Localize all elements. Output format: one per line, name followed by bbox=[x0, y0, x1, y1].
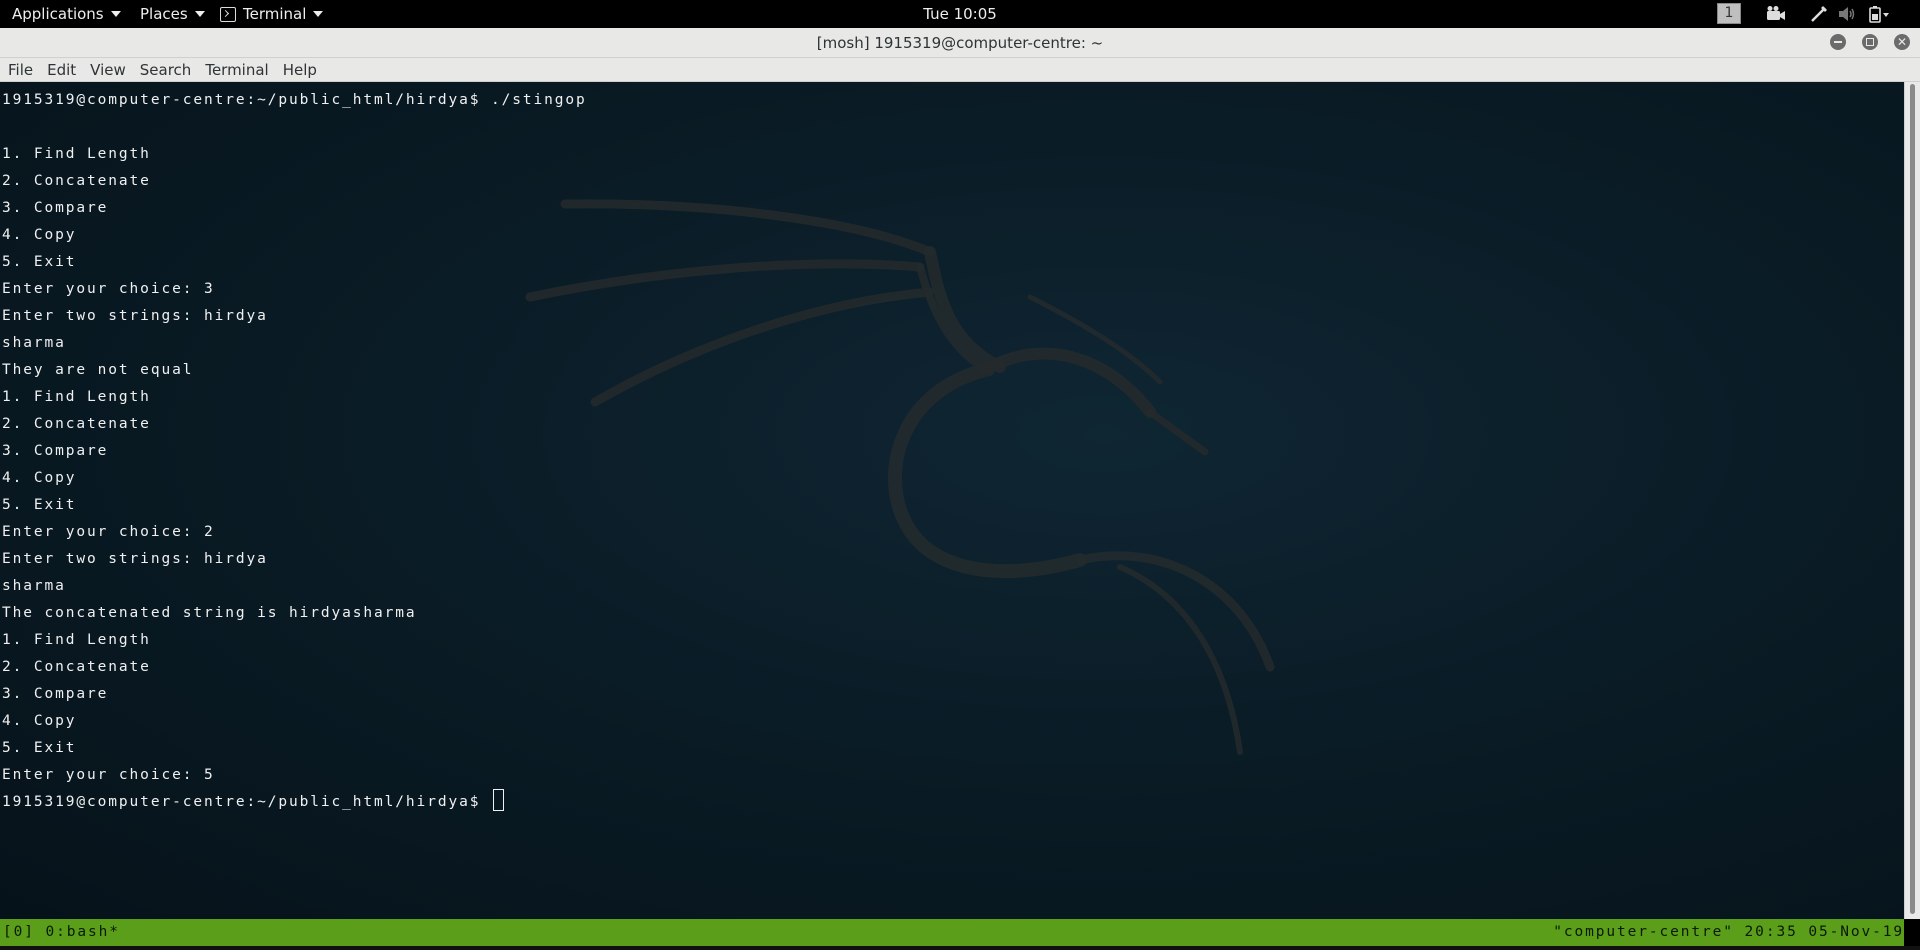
menu-help[interactable]: Help bbox=[283, 61, 317, 79]
terminal-line: The concatenated string is hirdyasharma bbox=[2, 605, 417, 621]
terminal-line: 1. Find Length bbox=[2, 389, 151, 405]
terminal-area[interactable]: 1915319@computer-centre:~/public_html/hi… bbox=[0, 82, 1904, 919]
applications-label: Applications bbox=[12, 5, 104, 23]
terminal-line: Enter your choice: 2 bbox=[2, 524, 215, 540]
menu-view[interactable]: View bbox=[90, 61, 126, 79]
chevron-down-icon bbox=[313, 11, 324, 17]
text-cursor bbox=[492, 789, 504, 811]
applications-menu[interactable]: Applications bbox=[12, 0, 121, 28]
terminal-line: 5. Exit bbox=[2, 497, 77, 513]
terminal-line: 3. Compare bbox=[2, 200, 109, 216]
terminal-line: Enter your choice: 5 bbox=[2, 767, 215, 783]
menu-edit[interactable]: Edit bbox=[47, 61, 76, 79]
terminal-line: 1915319@computer-centre:~/public_html/hi… bbox=[2, 92, 587, 108]
scrollbar-thumb[interactable] bbox=[1910, 84, 1915, 914]
menu-terminal[interactable]: Terminal bbox=[205, 61, 268, 79]
tmux-window-list[interactable]: [0] 0:bash* bbox=[3, 919, 120, 946]
terminal-line: Enter two strings: hirdya bbox=[2, 551, 268, 567]
shell-prompt: 1915319@computer-centre:~/public_html/hi… bbox=[2, 794, 491, 810]
terminal-line: sharma bbox=[2, 335, 66, 351]
window-title-bar[interactable]: [mosh] 1915319@computer-centre: ~ ✕ bbox=[0, 28, 1920, 58]
terminal-line: Enter two strings: hirdya bbox=[2, 308, 268, 324]
minimize-icon bbox=[1834, 41, 1842, 43]
close-button[interactable]: ✕ bbox=[1894, 34, 1910, 50]
terminal-line: 2. Concatenate bbox=[2, 659, 151, 675]
top-panel: Applications Places Terminal Tue 10:05 1 bbox=[0, 0, 1920, 28]
menu-file[interactable]: File bbox=[8, 61, 33, 79]
terminal-line: 2. Concatenate bbox=[2, 416, 151, 432]
maximize-icon bbox=[1866, 38, 1874, 46]
terminal-scrollbar[interactable] bbox=[1904, 82, 1920, 919]
terminal-app-label: Terminal bbox=[243, 5, 307, 23]
tmux-status-bar: [0] 0:bash* "computer-centre" 20:35 05-N… bbox=[0, 919, 1904, 946]
terminal-line: 2. Concatenate bbox=[2, 173, 151, 189]
volume-icon[interactable] bbox=[1837, 5, 1857, 23]
terminal-line: 4. Copy bbox=[2, 227, 77, 243]
workspace-indicator[interactable]: 1 bbox=[1717, 3, 1741, 24]
terminal-app-menu[interactable]: Terminal bbox=[220, 0, 324, 28]
terminal-line: Enter your choice: 3 bbox=[2, 281, 215, 297]
terminal-line: 4. Copy bbox=[2, 470, 77, 486]
terminal-line: 5. Exit bbox=[2, 254, 77, 270]
power-icon[interactable] bbox=[1866, 5, 1890, 23]
terminal-line: 1. Find Length bbox=[2, 146, 151, 162]
close-icon: ✕ bbox=[1896, 35, 1908, 49]
terminal-line: 3. Compare bbox=[2, 686, 109, 702]
menu-bar: File Edit View Search Terminal Help bbox=[0, 58, 1920, 82]
terminal-line: 1. Find Length bbox=[2, 632, 151, 648]
terminal-line: They are not equal bbox=[2, 362, 194, 378]
camera-icon[interactable] bbox=[1766, 5, 1786, 23]
terminal-line: 3. Compare bbox=[2, 443, 109, 459]
minimize-button[interactable] bbox=[1830, 34, 1846, 50]
places-menu[interactable]: Places bbox=[140, 0, 205, 28]
maximize-button[interactable] bbox=[1862, 34, 1878, 50]
clock[interactable]: Tue 10:05 bbox=[923, 5, 997, 23]
bottom-edge bbox=[0, 946, 1920, 950]
terminal-line: sharma bbox=[2, 578, 66, 594]
prompt-line[interactable]: 1915319@computer-centre:~/public_html/hi… bbox=[2, 789, 587, 816]
menu-search[interactable]: Search bbox=[140, 61, 192, 79]
terminal-line: 4. Copy bbox=[2, 713, 77, 729]
window-title: [mosh] 1915319@computer-centre: ~ bbox=[816, 34, 1104, 52]
chevron-down-icon bbox=[194, 11, 205, 17]
places-label: Places bbox=[140, 5, 188, 23]
terminal-line: 5. Exit bbox=[2, 740, 77, 756]
pen-icon[interactable] bbox=[1810, 5, 1828, 23]
terminal-icon bbox=[220, 6, 236, 22]
tmux-status-right: "computer-centre" 20:35 05-Nov-19 bbox=[1553, 924, 1904, 940]
chevron-down-icon bbox=[110, 11, 121, 17]
terminal-output: 1915319@computer-centre:~/public_html/hi… bbox=[2, 87, 587, 816]
